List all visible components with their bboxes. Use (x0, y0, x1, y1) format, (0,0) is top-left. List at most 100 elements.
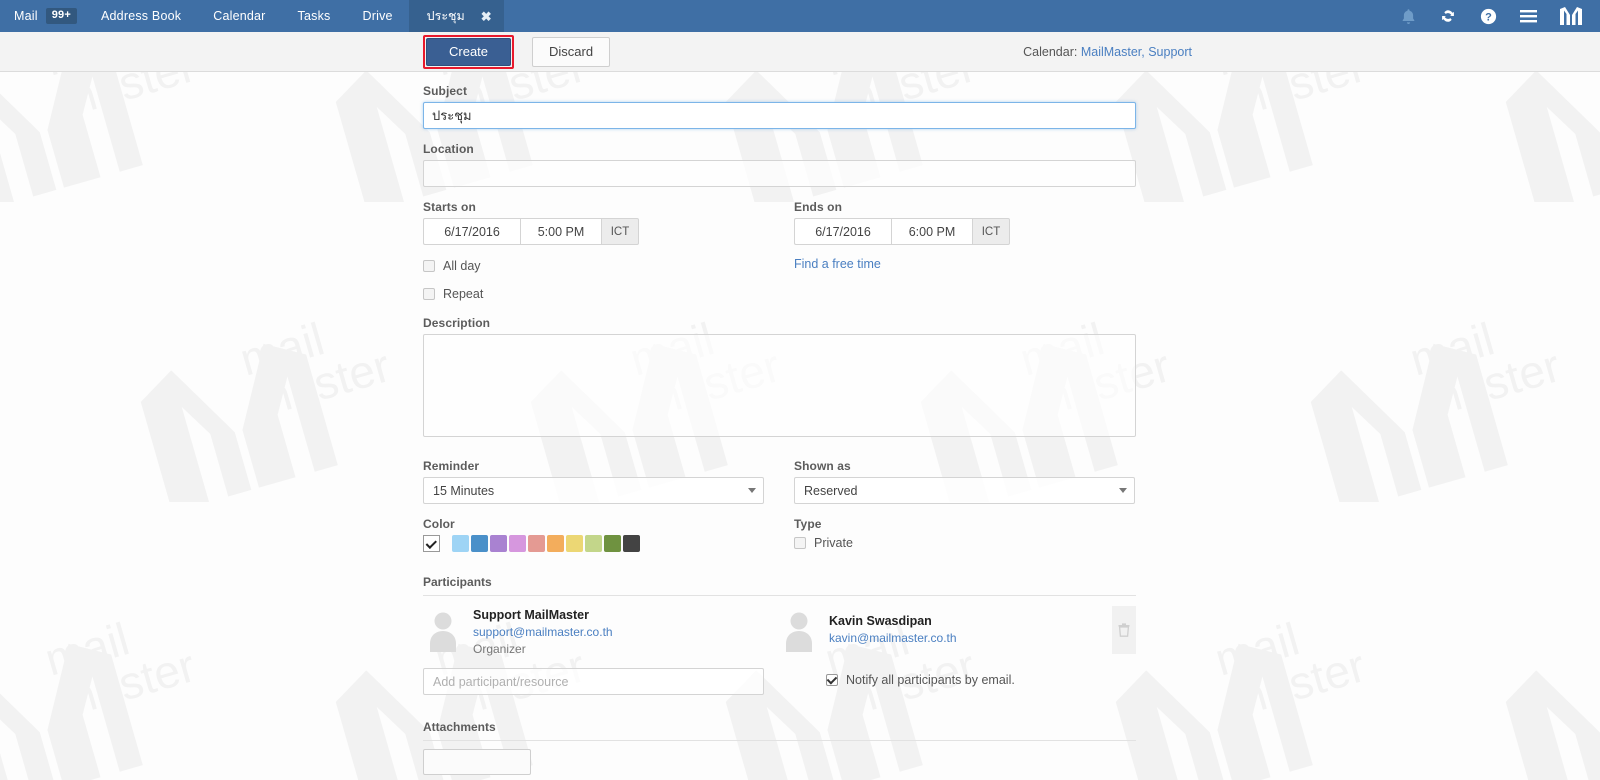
location-field-group: Location (423, 142, 1600, 187)
nav-item-drive[interactable]: Drive (347, 0, 409, 32)
mail-unread-badge: 99+ (45, 8, 77, 24)
participant-name: Support MailMaster (473, 608, 589, 622)
participants-list: Support MailMaster support@mailmaster.co… (423, 596, 1136, 656)
notify-participants-checkbox[interactable] (826, 674, 838, 686)
participants-controls-row: Notify all participants by email. (423, 668, 1600, 695)
reminder-label: Reminder (423, 459, 480, 473)
description-textarea[interactable] (423, 334, 1136, 437)
nav-item-calendar[interactable]: Calendar (197, 0, 281, 32)
attachments-divider (423, 740, 1136, 741)
nav-item-address-book[interactable]: Address Book (85, 0, 197, 32)
calendar-names-link[interactable]: MailMaster, Support (1081, 45, 1192, 59)
description-label: Description (423, 316, 491, 330)
refresh-icon[interactable] (1428, 0, 1468, 32)
color-swatch-list (423, 535, 794, 552)
attachments-label: Attachments (423, 720, 496, 734)
start-date-input[interactable]: 6/17/2016 (423, 218, 520, 245)
shown-as-select-wrap: Reserved (794, 477, 1135, 504)
shown-as-group: Shown as Reserved Type Private (794, 459, 1139, 552)
nav-item-label: Tasks (297, 9, 331, 23)
all-day-row: All day (423, 259, 794, 273)
create-button-highlight: Create (423, 34, 515, 69)
discard-button[interactable]: Discard (532, 36, 611, 67)
help-icon[interactable]: ? (1468, 0, 1508, 32)
top-navigation-bar: Mail 99+ Address Book Calendar Tasks Dri… (0, 0, 1600, 32)
nav-item-mail[interactable]: Mail 99+ (0, 0, 85, 32)
nav-item-label: Mail (14, 9, 38, 23)
color-swatch-1[interactable] (452, 535, 469, 552)
private-label: Private (814, 536, 853, 550)
color-swatch-9[interactable] (604, 535, 621, 552)
participant-email[interactable]: support@mailmaster.co.th (473, 625, 613, 639)
trash-icon (1118, 623, 1130, 637)
color-swatch-4[interactable] (509, 535, 526, 552)
participant-row-organizer: Support MailMaster support@mailmaster.co… (423, 596, 779, 656)
svg-text:?: ? (1485, 11, 1492, 23)
participant-row-attendee: Kavin Swasdipan kavin@mailmaster.co.th (779, 596, 1135, 656)
starts-on-controls: 6/17/2016 5:00 PM ICT (423, 218, 794, 245)
action-toolbar: Create Discard Calendar: MailMaster, Sup… (0, 32, 1600, 72)
nav-item-label: Calendar (213, 9, 266, 23)
mailmaster-logo-icon[interactable] (1548, 0, 1594, 32)
color-swatch-5[interactable] (528, 535, 545, 552)
nav-item-label: Drive (362, 9, 393, 23)
color-swatch-10[interactable] (623, 535, 640, 552)
subject-input[interactable] (423, 102, 1136, 129)
nav-item-label: Address Book (100, 9, 182, 23)
color-swatch-2[interactable] (471, 535, 488, 552)
attach-file-button[interactable] (423, 749, 531, 775)
subject-field-group: Subject (423, 84, 1600, 129)
private-row: Private (794, 536, 1139, 550)
attachments-section: Attachments (423, 720, 1600, 775)
shown-as-label: Shown as (794, 459, 851, 473)
color-swatch-3[interactable] (490, 535, 507, 552)
menu-icon[interactable] (1508, 0, 1548, 32)
participant-name: Kavin Swasdipan (829, 614, 932, 628)
color-swatch-7[interactable] (566, 535, 583, 552)
location-label: Location (423, 142, 474, 156)
all-day-checkbox[interactable] (423, 260, 435, 272)
repeat-label: Repeat (443, 287, 484, 301)
create-button[interactable]: Create (426, 37, 512, 66)
color-label: Color (423, 517, 455, 531)
starts-on-group: Starts on 6/17/2016 5:00 PM ICT All day … (423, 200, 794, 301)
shown-as-select[interactable]: Reserved (794, 477, 1135, 504)
options-row: Reminder 15 Minutes Color Shown as Reser… (423, 459, 1600, 552)
nav-item-tasks[interactable]: Tasks (282, 0, 347, 32)
type-label: Type (794, 517, 822, 531)
location-input[interactable] (423, 160, 1136, 187)
participant-email[interactable]: kavin@mailmaster.co.th (829, 631, 957, 645)
reminder-select-wrap: 15 Minutes (423, 477, 764, 504)
start-time-input[interactable]: 5:00 PM (520, 218, 601, 245)
start-timezone-button[interactable]: ICT (601, 218, 639, 245)
ends-on-label: Ends on (794, 200, 843, 214)
end-date-input[interactable]: 6/17/2016 (794, 218, 891, 245)
participant-info: Kavin Swasdipan kavin@mailmaster.co.th (829, 608, 957, 656)
end-time-input[interactable]: 6:00 PM (891, 218, 972, 245)
subject-label: Subject (423, 84, 468, 98)
bell-icon[interactable] (1388, 0, 1428, 32)
reminder-select[interactable]: 15 Minutes (423, 477, 764, 504)
repeat-checkbox[interactable] (423, 288, 435, 300)
color-swatch-8[interactable] (585, 535, 602, 552)
private-checkbox[interactable] (794, 537, 806, 549)
ends-on-controls: 6/17/2016 6:00 PM ICT (794, 218, 1139, 245)
find-free-time-link[interactable]: Find a free time (794, 257, 881, 271)
active-tab-event[interactable]: ประชุม ✖ (408, 0, 504, 32)
find-free-time-row: Find a free time (794, 257, 1139, 271)
starts-on-label: Starts on (423, 200, 476, 214)
close-icon[interactable]: ✖ (481, 10, 492, 23)
end-timezone-button[interactable]: ICT (972, 218, 1010, 245)
remove-participant-button[interactable] (1112, 606, 1136, 654)
color-default-checkbox[interactable] (423, 535, 440, 552)
color-swatch-6[interactable] (547, 535, 564, 552)
description-field-group: Description (423, 316, 1600, 437)
notify-participants-label: Notify all participants by email. (846, 673, 1015, 687)
notify-row: Notify all participants by email. (826, 673, 1139, 687)
notify-group: Notify all participants by email. (794, 668, 1139, 695)
calendar-prefix-label: Calendar: (1023, 44, 1078, 59)
add-participant-input[interactable] (423, 668, 764, 695)
avatar (423, 608, 463, 652)
toolbar-left-group: Create Discard (423, 34, 611, 69)
